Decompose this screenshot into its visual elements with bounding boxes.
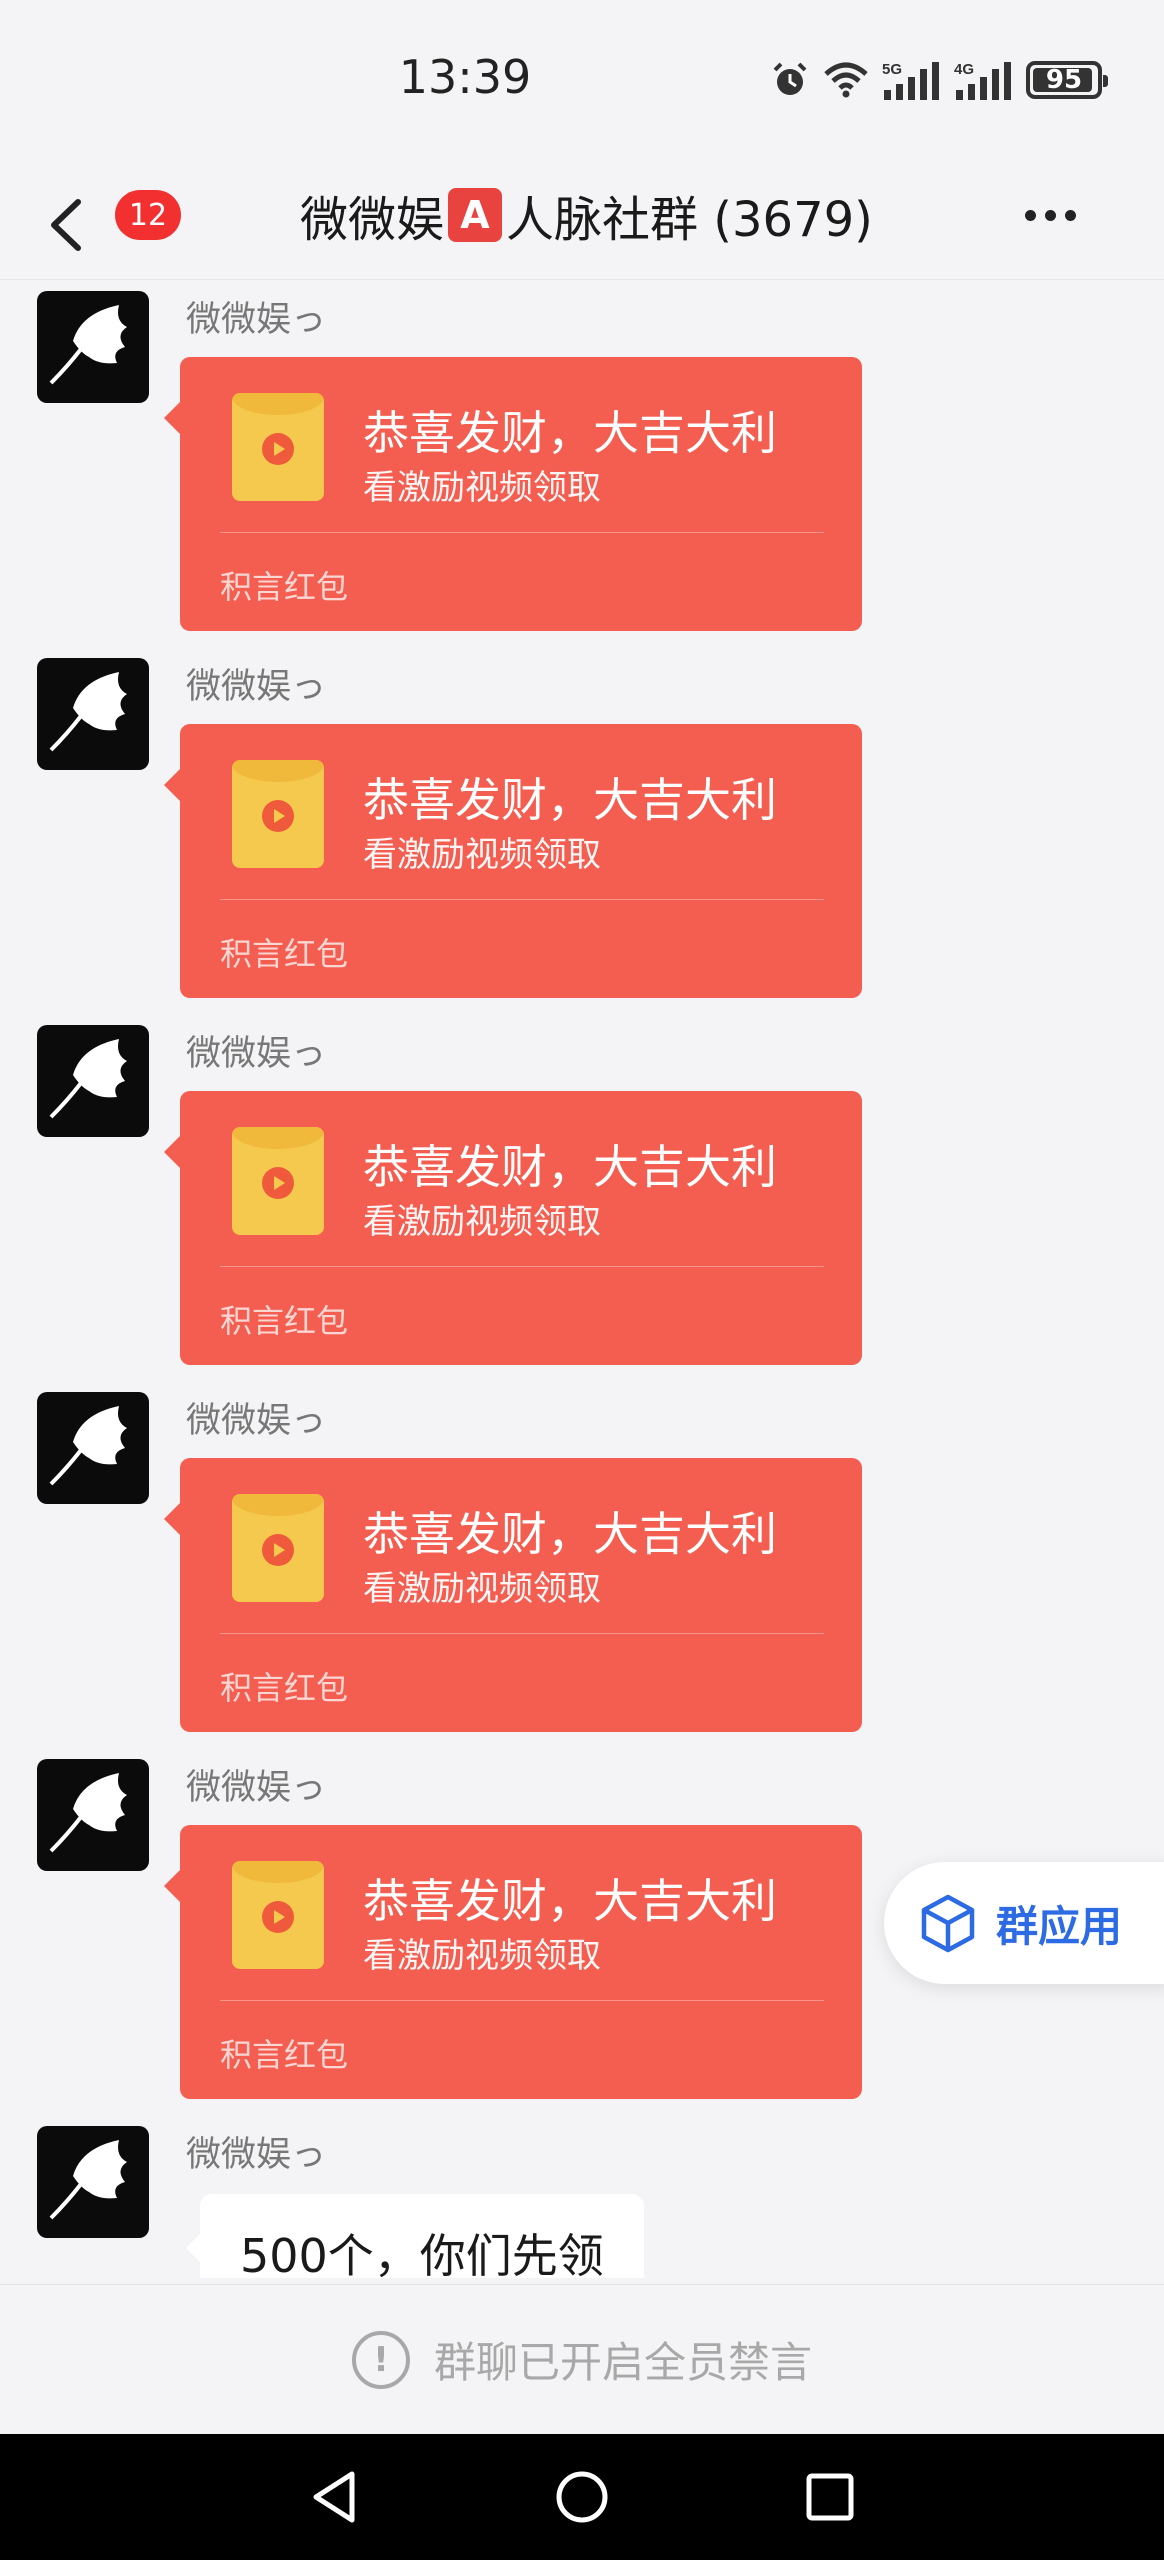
group-apps-label: 群应用	[996, 1901, 1123, 1951]
quill-logo-icon	[49, 672, 127, 752]
status-time: 13:39	[398, 50, 532, 104]
signal-5g-icon: 5G	[882, 61, 939, 100]
red-packet-card[interactable]: 恭喜发财，大吉大利 看激励视频领取 积言红包	[164, 1091, 862, 1365]
red-packet-divider	[220, 1633, 824, 1634]
avatar[interactable]	[37, 291, 149, 403]
red-packet-source: 积言红包	[220, 935, 349, 973]
alarm-icon	[773, 62, 807, 95]
quill-logo-icon	[49, 1039, 127, 1119]
quill-logo-icon	[49, 1773, 127, 1853]
red-packet-divider	[220, 1266, 824, 1267]
red-packet-icon	[232, 1127, 324, 1235]
red-packet-source: 积言红包	[220, 2036, 349, 2074]
group-apps-button[interactable]: 群应用	[884, 1862, 1164, 1984]
red-packet-subtitle: 看激励视频领取	[363, 835, 601, 875]
red-packet-icon	[232, 393, 324, 501]
red-packet-card[interactable]: 恭喜发财，大吉大利 看激励视频领取 积言红包	[164, 1825, 862, 2099]
red-packet-divider	[220, 899, 824, 900]
exclamation-circle-icon: !	[351, 2330, 410, 2389]
battery-indicator: 95	[1026, 61, 1108, 99]
play-icon	[262, 800, 294, 832]
red-packet-subtitle: 看激励视频领取	[363, 1569, 601, 1609]
red-packet-source: 积言红包	[220, 1669, 349, 1707]
red-packet-title: 恭喜发财，大吉大利	[363, 1874, 777, 1928]
system-navigation-bar	[0, 2434, 1164, 2560]
group-title-badge: A	[448, 188, 503, 242]
back-button[interactable]	[40, 190, 90, 260]
avatar[interactable]	[37, 1759, 149, 1871]
avatar[interactable]	[37, 1392, 149, 1504]
triangle-back-icon	[313, 2471, 355, 2523]
red-packet-icon	[232, 1861, 324, 1969]
sender-name: 微微娱っ	[186, 1034, 327, 1074]
group-title[interactable]: 微微娱 A 人脉社群 (3679)	[300, 180, 920, 250]
red-packet-title: 恭喜发财，大吉大利	[363, 406, 777, 460]
red-packet-card[interactable]: 恭喜发财，大吉大利 看激励视频领取 积言红包	[164, 357, 862, 631]
red-packet-source: 积言红包	[220, 568, 349, 606]
sender-name: 微微娱っ	[186, 667, 327, 707]
red-packet-icon	[232, 760, 324, 868]
circle-home-icon	[556, 2471, 608, 2523]
red-packet-title: 恭喜发财，大吉大利	[363, 773, 777, 827]
more-dot	[1065, 209, 1076, 221]
quill-logo-icon	[49, 2140, 127, 2220]
red-packet-source: 积言红包	[220, 1302, 349, 1340]
network-label-5g: 5G	[882, 61, 902, 78]
red-packet-card[interactable]: 恭喜发财，大吉大利 看激励视频领取 积言红包	[164, 724, 862, 998]
wifi-icon	[824, 62, 868, 98]
play-icon	[262, 1534, 294, 1566]
battery-text: 95	[1045, 65, 1083, 95]
sender-name: 微微娱っ	[186, 300, 327, 340]
avatar[interactable]	[37, 658, 149, 770]
unread-count-badge[interactable]: 12	[115, 190, 181, 240]
red-packet-subtitle: 看激励视频领取	[363, 1936, 601, 1976]
play-icon	[262, 1901, 294, 1933]
red-packet-subtitle: 看激励视频领取	[363, 1202, 601, 1242]
muted-notice-text: 群聊已开启全员禁言	[433, 2338, 812, 2387]
square-recents-icon	[806, 2473, 854, 2521]
text-message-bubble[interactable]: 500个，你们先领	[186, 2194, 644, 2278]
group-title-suffix: 人脉社群 (3679)	[506, 192, 873, 248]
play-icon	[262, 433, 294, 465]
chevron-left-icon	[51, 199, 81, 251]
more-button[interactable]	[1025, 200, 1085, 230]
cube-icon	[921, 1894, 975, 1953]
more-dot	[1025, 209, 1036, 221]
avatar[interactable]	[37, 1025, 149, 1137]
sender-name: 微微娱っ	[186, 1401, 327, 1441]
red-packet-title: 恭喜发财，大吉大利	[363, 1507, 777, 1561]
red-packet-icon	[232, 1494, 324, 1602]
status-icons: 5G 4G 95	[770, 60, 1108, 100]
system-recents-button[interactable]	[795, 2462, 865, 2532]
red-packet-divider	[220, 2000, 824, 2001]
more-dot	[1045, 209, 1056, 221]
avatar[interactable]	[37, 2126, 149, 2238]
group-title-prefix: 微微娱	[300, 192, 445, 248]
status-bar: 13:39 5G 4G 95	[0, 0, 1164, 170]
quill-logo-icon	[49, 1406, 127, 1486]
sender-name: 微微娱っ	[186, 2135, 327, 2175]
system-back-button[interactable]	[300, 2462, 370, 2532]
network-label-4g: 4G	[954, 61, 974, 78]
signal-4g-icon: 4G	[954, 61, 1011, 100]
red-packet-card[interactable]: 恭喜发财，大吉大利 看激励视频领取 积言红包	[164, 1458, 862, 1732]
red-packet-subtitle: 看激励视频领取	[363, 468, 601, 508]
play-icon	[262, 1167, 294, 1199]
sender-name: 微微娱っ	[186, 1768, 327, 1808]
muted-notice-bar: ! 群聊已开启全员禁言	[0, 2284, 1164, 2434]
system-home-button[interactable]	[547, 2462, 617, 2532]
quill-logo-icon	[49, 305, 127, 385]
red-packet-title: 恭喜发财，大吉大利	[363, 1140, 777, 1194]
red-packet-divider	[220, 532, 824, 533]
